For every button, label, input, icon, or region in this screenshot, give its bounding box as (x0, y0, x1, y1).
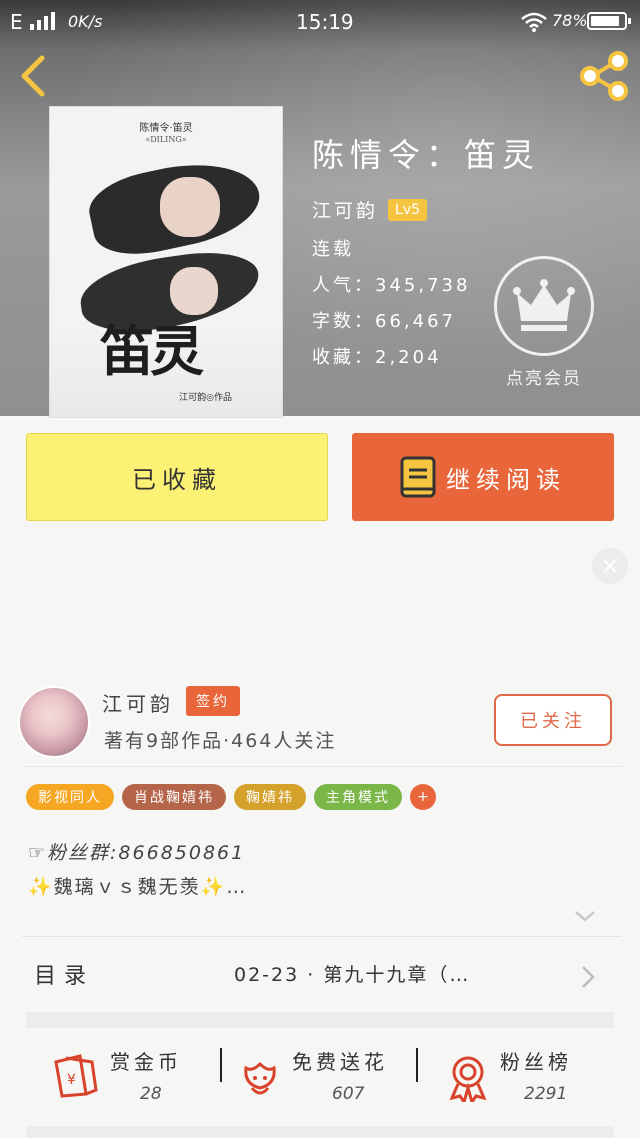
fan-ranking-label: 粉丝榜 (500, 1050, 572, 1074)
close-icon: × (600, 553, 620, 579)
cover-sub-text: «DILING» (145, 135, 187, 144)
author-row: 江可韵 Lv5 (312, 196, 540, 223)
tag-list: 影视同人 肖战鞠婧祎 鞠婧祎 主角模式 + (26, 784, 436, 810)
clock: 15:19 (296, 10, 354, 34)
author-name[interactable]: 江可韵 (102, 688, 174, 717)
back-button[interactable] (14, 54, 54, 98)
signed-badge: 签约 (186, 686, 240, 716)
table-of-contents-row[interactable]: 目录 02-23 · 第九十九章（… (0, 946, 640, 1004)
divider (416, 1048, 418, 1082)
chevron-down-icon (575, 911, 595, 922)
wifi-icon (520, 12, 548, 36)
followed-button[interactable]: 已关注 (494, 694, 612, 746)
crown-icon (513, 279, 575, 331)
chevron-left-icon (21, 55, 45, 97)
stats-bar: ¥ 赏金币 28 免费送花 607 粉丝榜 2291 (0, 1036, 640, 1106)
continue-reading-button[interactable]: 继续阅读 (352, 433, 614, 521)
book-author[interactable]: 江可韵 (312, 196, 378, 223)
battery-percent: 78% (552, 11, 588, 30)
author-card: 江可韵 签约 著有9部作品·464人关注 已关注 (0, 680, 640, 766)
book-detail-page: E 0K/s 15:19 78% 陈情令·笛灵 «DILING» 笛灵 江可韵◎… (0, 0, 640, 1138)
send-flowers-value: 607 (332, 1084, 365, 1104)
book-icon (400, 456, 436, 498)
book-cover[interactable]: 陈情令·笛灵 «DILING» 笛灵 江可韵◎作品 (49, 106, 283, 418)
bio-line-2: ✨魏璃ｖｓ魏无羡✨… (28, 876, 248, 898)
book-title: 陈情令：笛灵 (312, 136, 541, 174)
share-icon (580, 51, 628, 101)
chevron-right-icon (582, 966, 595, 988)
reward-coins-label: 赏金币 (110, 1050, 182, 1074)
author-avatar[interactable] (18, 686, 90, 758)
signal-icon (30, 12, 55, 30)
followed-label: 已关注 (520, 711, 586, 732)
divider (22, 766, 622, 767)
cover-title-art: 笛灵 (100, 319, 204, 383)
section-separator (26, 1012, 614, 1028)
latest-chapter: 02-23 · 第九十九章（… (234, 964, 471, 986)
reward-coins-value: 28 (140, 1084, 162, 1104)
level-badge: Lv5 (388, 198, 428, 221)
tag-item[interactable]: 主角模式 (314, 784, 402, 810)
red-envelope-icon: ¥ (54, 1054, 98, 1098)
battery-icon (587, 12, 631, 30)
section-separator (26, 1126, 614, 1138)
more-tags-button[interactable]: + (410, 784, 436, 810)
bio-line-1: ☞粉丝群:866850861 (28, 842, 246, 864)
fan-ranking-button[interactable]: 粉丝榜 2291 (444, 1036, 640, 1106)
author-description: 著有9部作品·464人关注 (104, 730, 337, 752)
expand-bio-button[interactable] (572, 906, 598, 926)
flower-icon (244, 1061, 276, 1095)
toc-label: 目录 (34, 964, 95, 989)
favorited-button[interactable]: 已收藏 (26, 433, 328, 521)
vip-button[interactable]: 点亮会员 (494, 256, 594, 389)
vip-label: 点亮会员 (506, 369, 582, 389)
divider (22, 936, 622, 937)
close-ad-button[interactable]: × (592, 548, 628, 584)
favorited-label: 已收藏 (132, 465, 222, 494)
send-flowers-label: 免费送花 (292, 1050, 388, 1074)
medal-icon (449, 1056, 487, 1102)
svg-text:¥: ¥ (67, 1072, 76, 1088)
divider (220, 1048, 222, 1082)
tag-item[interactable]: 肖战鞠婧祎 (122, 784, 226, 810)
cover-top-text: 陈情令·笛灵 (139, 123, 193, 134)
network-type: E (10, 10, 23, 34)
cover-author-text: 江可韵◎作品 (179, 393, 232, 403)
status-bar: E 0K/s 15:19 78% (0, 0, 640, 42)
send-flowers-button[interactable]: 免费送花 607 (236, 1036, 436, 1106)
tag-item[interactable]: 影视同人 (26, 784, 114, 810)
share-button[interactable] (578, 50, 630, 102)
network-speed: 0K/s (68, 12, 103, 31)
tag-item[interactable]: 鞠婧祎 (234, 784, 306, 810)
fan-ranking-value: 2291 (524, 1084, 568, 1104)
continue-reading-label: 继续阅读 (446, 465, 566, 494)
